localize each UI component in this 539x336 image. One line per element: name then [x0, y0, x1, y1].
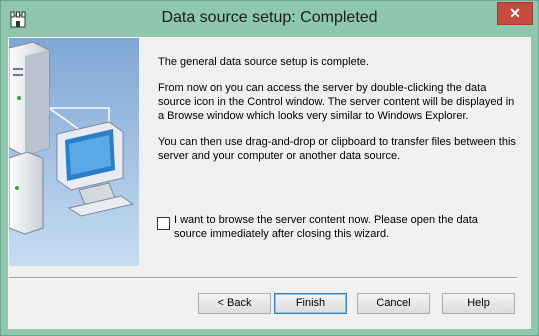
browse-now-checkbox[interactable] — [157, 217, 170, 230]
transfer-info-message: You can then use drag-and-drop or clipbo… — [158, 136, 516, 162]
cancel-button[interactable]: Cancel — [357, 293, 430, 314]
network-servers-computer-icon — [9, 38, 139, 266]
wizard-window: Data source setup: Completed ✕ The gener… — [0, 0, 539, 336]
finish-button[interactable]: Finish — [274, 293, 347, 314]
close-button[interactable]: ✕ — [497, 2, 533, 25]
browse-now-label[interactable]: I want to browse the server content now.… — [174, 213, 504, 241]
title-bar[interactable]: Data source setup: Completed ✕ — [1, 1, 538, 37]
message-area: The general data source setup is complet… — [158, 55, 516, 175]
completion-message: The general data source setup is complet… — [158, 56, 369, 68]
help-button[interactable]: Help — [442, 293, 515, 314]
separator — [9, 277, 517, 279]
wizard-body: The general data source setup is complet… — [8, 37, 531, 329]
access-info-message: From now on you can access the server by… — [158, 82, 515, 122]
back-button[interactable]: < Back — [198, 293, 271, 314]
window-title: Data source setup: Completed — [161, 9, 378, 26]
side-illustration — [9, 38, 139, 266]
